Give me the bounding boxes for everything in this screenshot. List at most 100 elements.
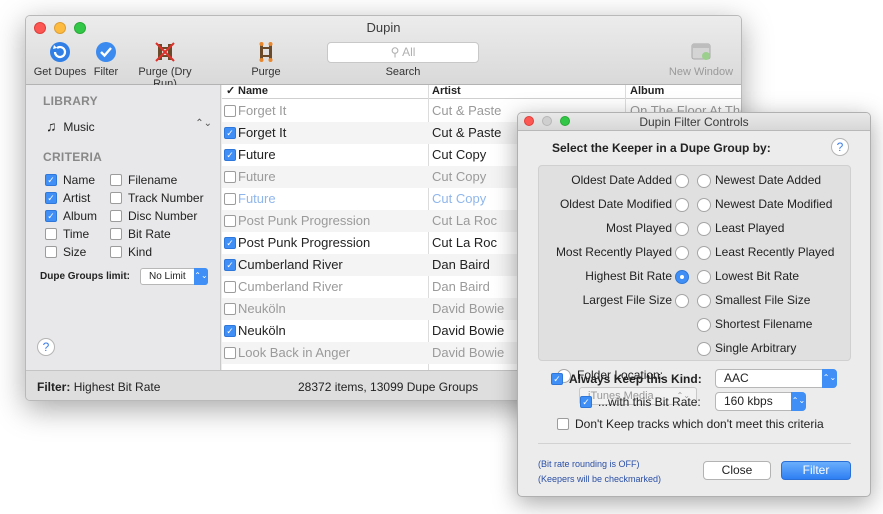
option-radio-largest-file-size[interactable] xyxy=(675,294,689,308)
window-title: Dupin xyxy=(366,20,401,35)
criteria-checkbox[interactable]: ✓ xyxy=(45,210,57,222)
always-keep-checkbox[interactable]: ✓ xyxy=(551,373,563,385)
option-radio-least-played[interactable] xyxy=(697,222,711,236)
dialog-heading: Select the Keeper in a Dupe Group by: xyxy=(552,141,771,155)
keepers-note: (Keepers will be checkmarked) xyxy=(538,474,662,484)
row-checkbox[interactable]: ✓ xyxy=(224,149,236,161)
option-label-least-recently-played: Least Recently Played xyxy=(715,245,835,259)
criteria-checkbox[interactable] xyxy=(110,174,122,186)
criteria-disc-number[interactable]: Disc Number xyxy=(110,209,197,223)
purge-dry-run-button[interactable]: Purge (Dry Run) xyxy=(125,40,205,90)
criteria-artist[interactable]: ✓ Artist xyxy=(45,191,90,205)
row-checkbox[interactable] xyxy=(224,171,236,183)
criteria-checkbox[interactable] xyxy=(110,228,122,240)
criteria-track-number[interactable]: Track Number xyxy=(110,191,204,205)
dont-keep-row[interactable]: Don't Keep tracks which don't meet this … xyxy=(557,417,824,431)
option-radio-smallest-file-size[interactable] xyxy=(697,294,711,308)
help-button[interactable]: ? xyxy=(37,338,55,356)
criteria-name[interactable]: ✓ Name xyxy=(45,173,95,187)
filter-label: Filter xyxy=(93,66,119,78)
row-checkbox[interactable]: ✓ xyxy=(224,325,236,337)
row-checkbox[interactable]: ✓ xyxy=(224,259,236,271)
rounding-note: (Bit rate rounding is OFF) xyxy=(538,459,640,469)
criteria-checkbox[interactable] xyxy=(45,246,57,258)
purge-button[interactable]: Purge xyxy=(247,40,285,78)
get-dupes-label: Get Dupes xyxy=(33,66,87,78)
bitrate-select[interactable]: 160 kbps ⌃⌄ xyxy=(715,392,806,411)
checkmark-icon xyxy=(96,42,116,62)
bitrate-label: ...with this Bit Rate: xyxy=(598,395,701,409)
status-filter-label: Filter: xyxy=(37,380,71,394)
cell-name: Forget It xyxy=(238,125,287,140)
criteria-checkbox[interactable]: ✓ xyxy=(45,192,57,204)
bitrate-checkbox[interactable]: ✓ xyxy=(580,396,592,408)
option-radio-most-played[interactable] xyxy=(675,222,689,236)
criteria-label: Artist xyxy=(63,191,91,205)
cell-artist: Cut Copy xyxy=(432,147,487,162)
criteria-bit-rate[interactable]: Bit Rate xyxy=(110,227,171,241)
check-column-header[interactable]: ✓ xyxy=(226,85,235,98)
row-checkbox[interactable] xyxy=(224,193,236,205)
dupe-groups-limit-label: Dupe Groups limit: xyxy=(40,271,130,282)
purge-icon xyxy=(259,42,273,62)
row-checkbox[interactable] xyxy=(224,105,236,117)
always-keep-row[interactable]: ✓ Always Keep this Kind: xyxy=(551,372,702,386)
new-window-button[interactable]: New Window xyxy=(667,40,735,78)
kind-select[interactable]: AAC ⌃⌄ xyxy=(715,369,837,388)
chevron-updown-icon: ⌃⌄ xyxy=(194,268,208,285)
row-checkbox[interactable]: ✓ xyxy=(224,127,236,139)
criteria-size[interactable]: Size xyxy=(45,245,86,259)
apply-filter-button[interactable]: Filter xyxy=(781,461,851,480)
option-radio-shortest-filename[interactable] xyxy=(697,318,711,332)
option-label-oldest-date-added: Oldest Date Added xyxy=(571,173,672,187)
row-checkbox[interactable] xyxy=(224,215,236,227)
cell-name: Future xyxy=(238,169,276,184)
table-header: ✓ Name Artist Album xyxy=(222,85,741,99)
search-label: Search xyxy=(385,66,421,78)
option-radio-oldest-date-modified[interactable] xyxy=(675,198,689,212)
option-radio-lowest-bit-rate[interactable] xyxy=(697,270,711,284)
option-radio-highest-bit-rate[interactable] xyxy=(675,270,689,284)
cell-artist: Cut Copy xyxy=(432,169,487,184)
criteria-checkbox[interactable] xyxy=(110,192,122,204)
library-item-label: Music xyxy=(63,120,95,134)
keeper-options-box: Oldest Date Added Oldest Date Modified Mos… xyxy=(538,165,851,405)
close-button[interactable]: Close xyxy=(703,461,771,480)
row-checkbox[interactable] xyxy=(224,281,236,293)
option-label-smallest-file-size: Smallest File Size xyxy=(715,293,811,307)
option-radio-least-recently-played[interactable] xyxy=(697,246,711,260)
search-input[interactable]: ⚲ All xyxy=(327,42,479,63)
library-select[interactable]: ♫ Music ⌃⌄ xyxy=(46,118,216,134)
row-checkbox[interactable] xyxy=(224,303,236,315)
criteria-album[interactable]: ✓ Album xyxy=(45,209,97,223)
criteria-checkbox[interactable] xyxy=(110,210,122,222)
bitrate-row[interactable]: ✓ ...with this Bit Rate: xyxy=(580,395,701,409)
criteria-kind[interactable]: Kind xyxy=(110,245,152,259)
option-radio-oldest-date-added[interactable] xyxy=(675,174,689,188)
option-radio-single-arbitrary[interactable] xyxy=(697,342,711,356)
get-dupes-button[interactable]: Get Dupes xyxy=(32,40,88,78)
dialog-titlebar: Dupin Filter Controls xyxy=(518,113,870,131)
name-column-header[interactable]: Name xyxy=(238,85,268,98)
dont-keep-checkbox[interactable] xyxy=(557,418,569,430)
criteria-checkbox[interactable] xyxy=(45,228,57,240)
row-checkbox[interactable] xyxy=(224,347,236,359)
option-radio-newest-date-added[interactable] xyxy=(697,174,711,188)
criteria-checkbox[interactable] xyxy=(110,246,122,258)
album-column-header[interactable]: Album xyxy=(630,85,664,98)
criteria-filename[interactable]: Filename xyxy=(110,173,177,187)
option-radio-most-recently-played[interactable] xyxy=(675,246,689,260)
criteria-checkbox[interactable]: ✓ xyxy=(45,174,57,186)
filter-button[interactable]: Filter xyxy=(90,40,122,78)
option-radio-newest-date-modified[interactable] xyxy=(697,198,711,212)
cell-artist: David Bowie xyxy=(432,301,505,316)
library-heading: LIBRARY xyxy=(43,94,98,108)
dialog-help-button[interactable]: ? xyxy=(831,138,849,156)
criteria-label: Size xyxy=(63,245,87,259)
criteria-time[interactable]: Time xyxy=(45,227,89,241)
dont-keep-label: Don't Keep tracks which don't meet this … xyxy=(575,417,824,431)
artist-column-header[interactable]: Artist xyxy=(432,85,461,98)
row-checkbox[interactable]: ✓ xyxy=(224,237,236,249)
dupe-groups-limit-select[interactable]: No Limit ⌃⌄ xyxy=(140,268,208,285)
option-label-newest-date-added: Newest Date Added xyxy=(715,173,822,187)
